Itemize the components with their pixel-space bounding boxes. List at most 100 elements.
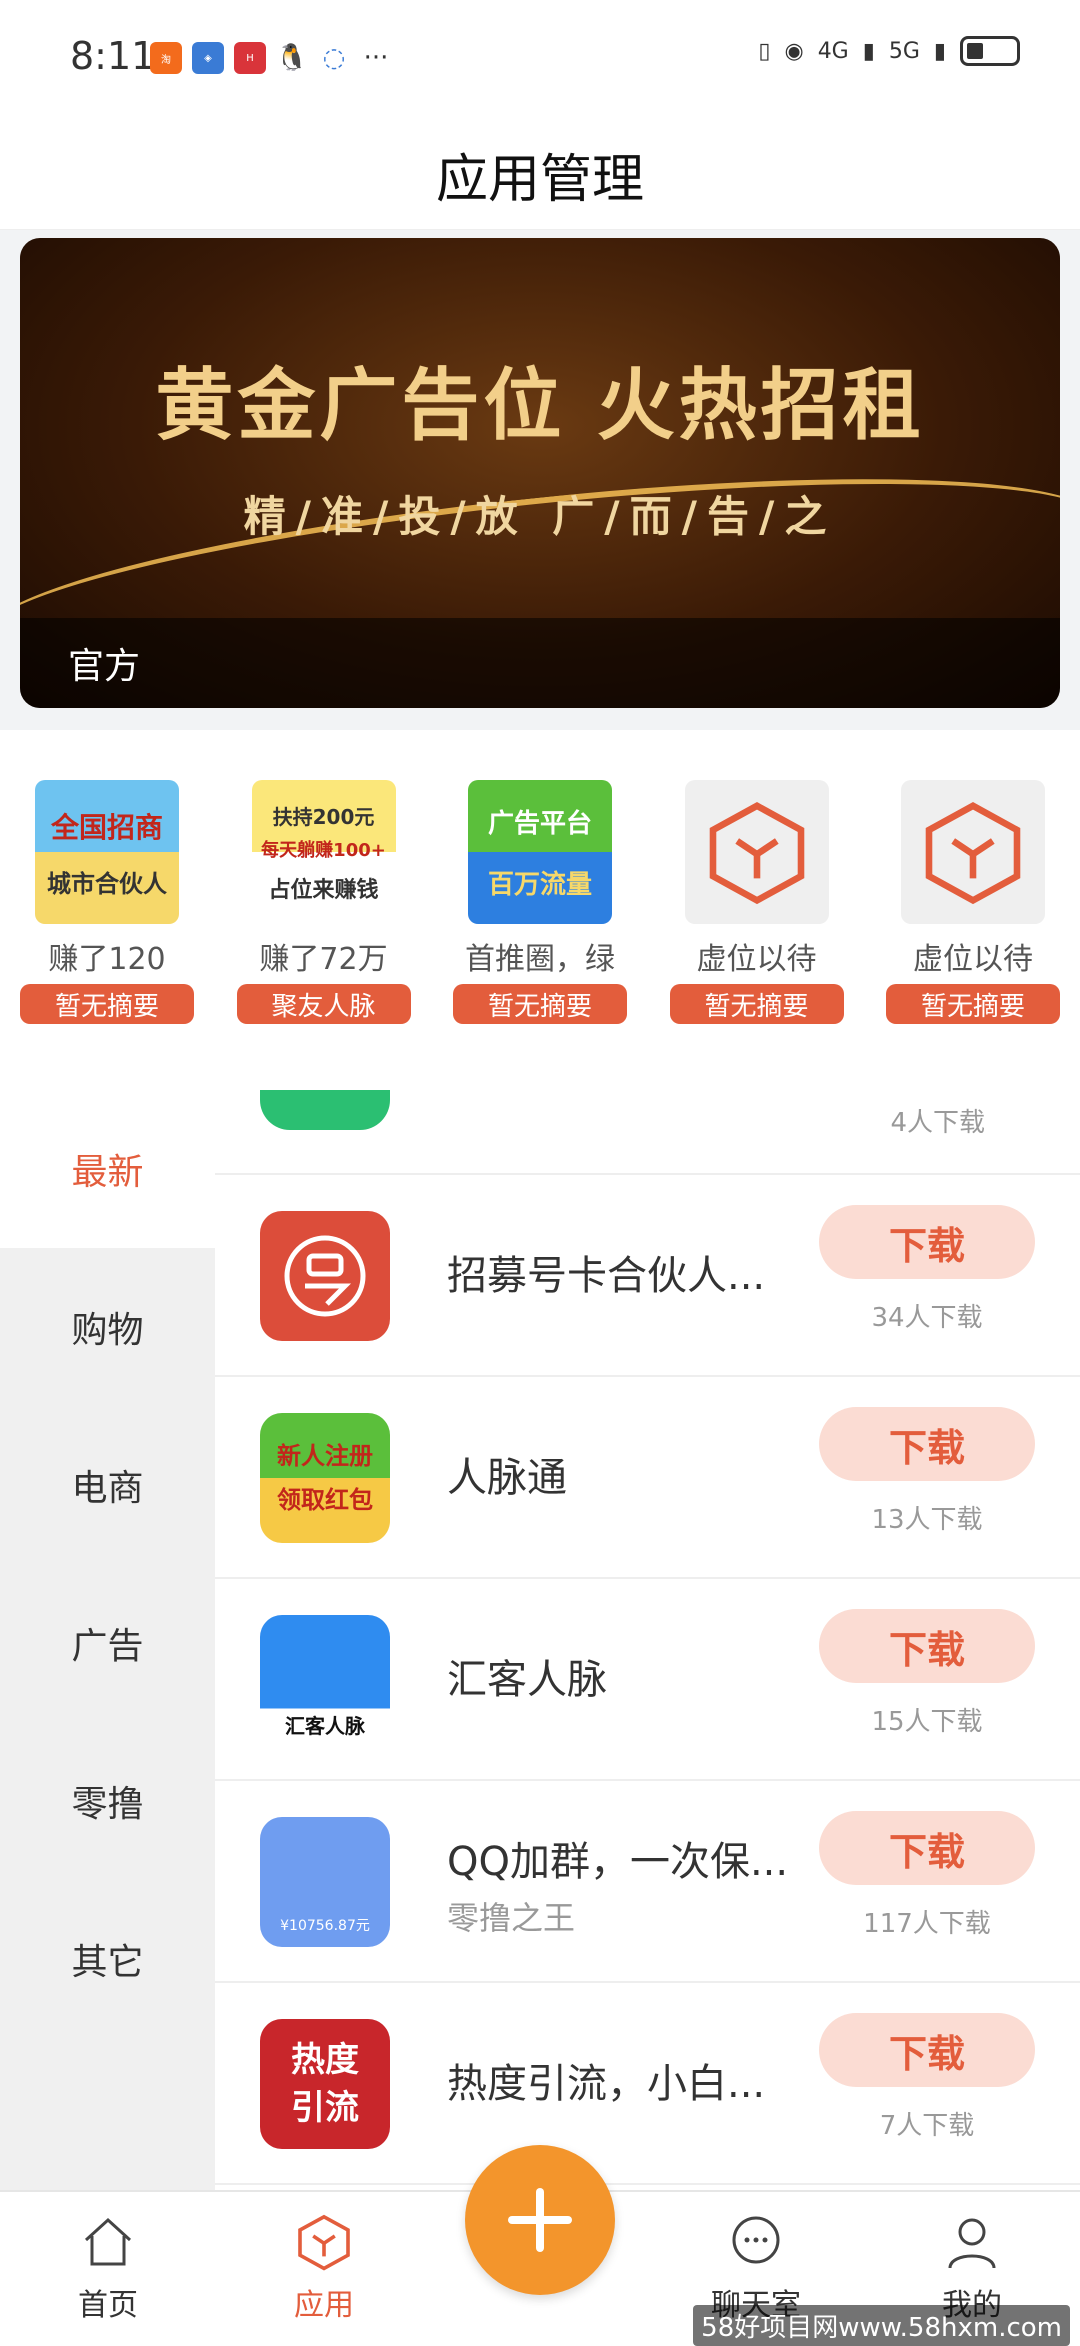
banner-area: 黄金广告位 火热招租 精/准/投/放 广/而/告/之 官方 [0,230,1080,730]
app-icon: 新人注册 领取红包 [260,1413,390,1543]
app-name: QQ加群，一次保... [447,1839,789,1885]
qq-icon: 🐧 [275,43,309,73]
status-right: ▯ ◉ 4G ▮ 5G ▮ [758,36,1020,66]
app-name: 热度引流，小白... [447,2061,766,2107]
promo-thumb: 扶持200元 每天躺赚100+ 占位来赚钱 [251,780,396,924]
vibrate-icon: ▯ [758,38,771,64]
download-button[interactable]: 下载 [819,1609,1035,1683]
app-name: 招募号卡合伙人... [447,1253,766,1299]
status-bar: 8:11 淘 ◈ H 🐧 ◌ ··· ▯ ◉ 4G ▮ 5G ▮ [0,0,1080,120]
promo-tag[interactable]: 聚友人脉 [236,984,411,1024]
promo-name: 虚位以待 [696,942,817,977]
page-title-bar: 应用管理 [0,120,1080,230]
promo-thumb-text: 百万流量 [487,870,592,900]
notification-icons: 淘 ◈ H 🐧 ◌ ··· [150,42,392,74]
tab-home[interactable]: 首页 [0,2192,216,2340]
app-icon-text: 新人注册 领取红包 [277,1442,373,1514]
app-icon: ¥10756.87元 [260,1817,390,1947]
promo-row: 全国招商 城市合伙人 赚了120 暂无摘要 扶持200元 每天躺赚100+ 占位… [0,730,1080,1070]
more-icon: ··· [363,43,389,73]
taobao-icon: 淘 [150,42,182,74]
home-icon [84,2217,132,2266]
promo-name: 虚位以待 [913,942,1033,977]
security-icon: ◈ [192,42,224,74]
banner-headline: 黄金广告位 火热招租 [155,361,925,451]
list-item[interactable]: 4人下载 [215,1090,1080,1175]
list-item[interactable]: ¥10756.87元 QQ加群，一次保... 零撸之王 下载 117人下载 [215,1781,1080,1983]
category-latest[interactable]: 最新 [0,1090,215,1248]
chat-bubble-app-icon: 汇客人脉 [260,1615,390,1745]
page-title: 应用管理 [435,150,644,210]
promo-thumb-text: 广告平台 [487,809,592,839]
category-sidebar: 最新 购物 电商 广告 零撸 其它 [0,1090,215,2190]
tab-apps[interactable]: 应用 [216,2192,432,2340]
download-count: 117人下载 [863,1909,991,1939]
signal-icon-2: ▮ [933,38,946,64]
category-shopping[interactable]: 购物 [0,1248,215,1406]
app-icon-text: 热度引流 [291,2040,359,2128]
app-catalog: 最新 购物 电商 广告 零撸 其它 4人下载 招募号卡合伙人... 下载 34人… [0,1090,1080,2190]
list-item[interactable]: 热度引流 热度引流，小白... 下载 7人下载 [215,1983,1080,2185]
list-item[interactable]: 新人注册 领取红包 人脉通 下载 13人下载 [215,1377,1080,1579]
chat-icon [732,2216,780,2264]
app-icon: 热度引流 [260,2019,390,2149]
promo-thumb-text: 全国招商 [50,810,163,844]
promo-thumb: 全国招商 城市合伙人 [35,780,179,924]
number-logo-icon [260,1211,390,1341]
promo-tag[interactable]: 暂无摘要 [453,984,627,1024]
download-count: 13人下载 [871,1505,983,1535]
network-4g-label: 4G [817,38,849,64]
promo-tag[interactable]: 暂无摘要 [669,984,844,1024]
app-icon-text: ¥10756.87元 [280,1918,370,1934]
banner-subline: 精/准/投/放 广/而/告/之 [243,492,837,541]
promo-item[interactable]: 虚位以待 暂无摘要 [886,780,1060,1040]
list-item[interactable]: 汇客人脉 汇客人脉 下载 15人下载 [215,1579,1080,1781]
battery-icon [960,36,1020,66]
promo-item[interactable]: 全国招商 城市合伙人 赚了120 暂无摘要 [20,780,194,1040]
category-ecommerce[interactable]: 电商 [0,1406,215,1564]
cube-logo-icon [901,780,1045,924]
promo-thumb-text: 扶持200元 [272,804,375,829]
promo-thumb-text: 占位来赚钱 [268,877,379,903]
message-icon: ◌ [322,43,346,73]
promo-tag[interactable]: 暂无摘要 [20,984,194,1024]
promo-item[interactable]: 虚位以待 暂无摘要 [669,780,844,1040]
user-icon [948,2218,996,2269]
list-item[interactable]: 招募号卡合伙人... 下载 34人下载 [215,1175,1080,1377]
category-zero-cost[interactable]: 零撸 [0,1722,215,1880]
app-name: 人脉通 [447,1455,567,1501]
app-list: 4人下载 招募号卡合伙人... 下载 34人下载 新人注册 领取红包 人脉通 下… [215,1090,1080,2190]
category-other[interactable]: 其它 [0,1880,215,2038]
plus-icon [508,2188,572,2252]
promo-thumb: 广告平台 百万流量 [468,780,612,924]
download-count: 7人下载 [879,2111,975,2141]
download-button[interactable]: 下载 [819,1407,1035,1481]
download-button[interactable]: 下载 [819,1205,1035,1279]
signal-icon: ▮ [862,38,875,64]
promo-thumb-text: 每天躺赚100+ [261,839,386,861]
cube-logo-icon [684,780,829,924]
download-button[interactable]: 下载 [819,2013,1035,2087]
category-ads[interactable]: 广告 [0,1564,215,1722]
banner-caption: 官方 [20,618,1060,708]
app-subtitle: 零撸之王 [447,1899,576,1937]
promo-name: 赚了120 [48,942,166,977]
promo-tag[interactable]: 暂无摘要 [886,984,1060,1024]
status-time: 8:11 [70,34,156,78]
promo-item[interactable]: 广告平台 百万流量 首推圈，绿 暂无摘要 [453,780,627,1040]
promo-thumb-text: 城市合伙人 [47,869,167,898]
promo-name: 赚了72万 [259,942,388,977]
app-icon [260,1090,390,1130]
download-button[interactable]: 下载 [819,1811,1035,1885]
promo-item[interactable]: 扶持200元 每天躺赚100+ 占位来赚钱 赚了72万 聚友人脉 [236,780,411,1040]
network-5g-label: 5G [888,38,920,64]
promo-name: 首推圈，绿 [465,942,615,977]
tab-label: 应用 [294,2288,354,2323]
hotspot-icon: ◉ [784,38,804,64]
ad-banner[interactable]: 黄金广告位 火热招租 精/准/投/放 广/而/告/之 官方 [20,238,1060,708]
huawei-icon: H [234,42,266,74]
app-name: 汇客人脉 [447,1657,607,1703]
add-button[interactable] [465,2145,615,2295]
download-count: 34人下载 [871,1303,983,1333]
box-icon [298,2214,350,2271]
